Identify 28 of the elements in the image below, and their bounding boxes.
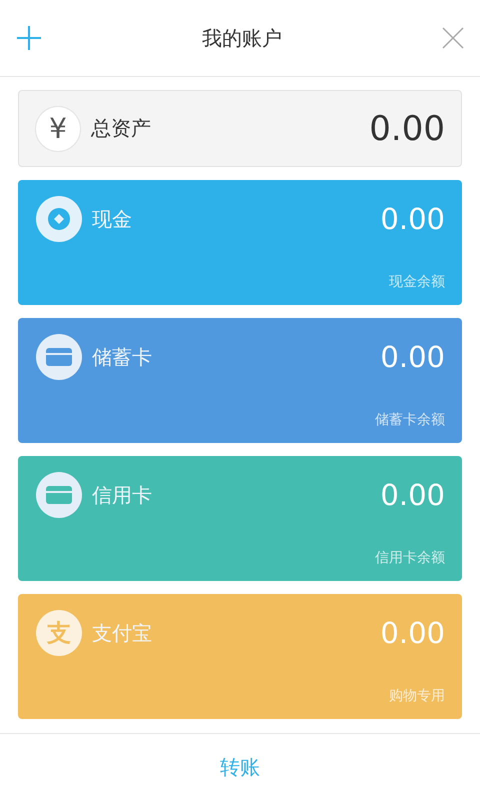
balance-caption: 现金余额 [389,273,445,291]
balance-caption: 购物专用 [389,687,445,705]
account-name: 储蓄卡 [92,344,153,370]
account-card[interactable]: 信用卡 0.00 信用卡余额 [18,456,462,581]
coin-icon [36,196,82,242]
alipay-icon: 支 [36,610,82,656]
account-balance: 0.00 [380,616,445,650]
balance-caption: 储蓄卡余额 [375,411,445,429]
close-icon[interactable] [442,27,464,49]
account-card[interactable]: 现金 0.00 现金余额 [18,180,462,305]
account-balance: 0.00 [380,202,445,236]
account-balance: 0.00 [380,478,445,512]
account-card[interactable]: 支 支付宝 0.00 购物专用 [18,594,462,719]
card-icon [36,472,82,518]
transfer-button[interactable]: 转账 [212,750,268,784]
add-icon[interactable] [16,25,42,51]
card-icon [36,334,82,380]
total-amount: 0.00 [369,108,445,148]
total-assets-card[interactable]: ¥ 总资产 0.00 [18,90,462,167]
account-name: 信用卡 [92,482,153,508]
page-title: 我的账户 [202,24,282,52]
balance-caption: 信用卡余额 [375,549,445,567]
account-name: 现金 [92,206,133,232]
account-balance: 0.00 [380,340,445,374]
total-label: 总资产 [91,115,152,142]
yen-icon: ¥ [35,106,81,152]
account-card[interactable]: 储蓄卡 0.00 储蓄卡余额 [18,318,462,443]
account-name: 支付宝 [92,620,153,646]
